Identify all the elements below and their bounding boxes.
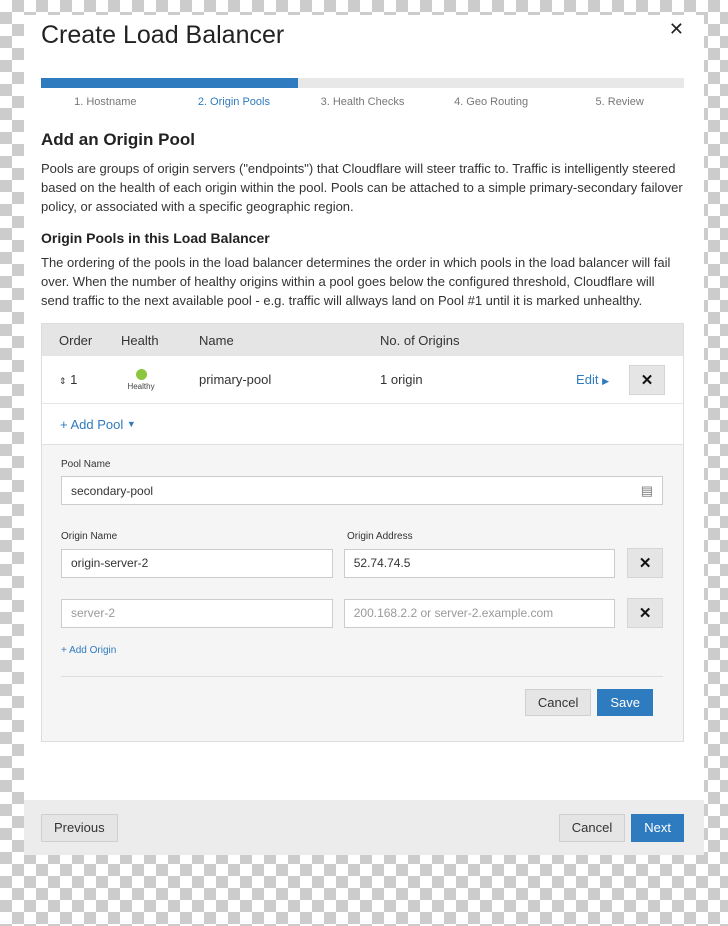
pool-name: primary-pool — [199, 372, 272, 387]
header-health: Health — [121, 332, 159, 348]
origin-address-label: Origin Address — [347, 531, 413, 542]
id-card-icon: ▤ — [640, 482, 653, 498]
origin-name-label: Origin Name — [61, 531, 118, 542]
add-pool-form: Pool Name secondary-pool ▤ Origin Name Or… — [42, 445, 683, 741]
edit-pool-link[interactable]: Edit ▶ — [576, 372, 609, 387]
header-origins: No. of Origins — [380, 332, 460, 348]
modal-title: Create Load Balancer — [41, 21, 285, 49]
step-origin-pools: 2. Origin Pools — [197, 96, 270, 108]
order-value: 1 — [70, 372, 78, 387]
new-origin-address-input[interactable]: 200.168.2.2 or server-2.example.com — [343, 598, 616, 628]
caret-down-icon: ▼ — [126, 419, 136, 429]
order-handle[interactable]: ⇕ 1 — [42, 372, 104, 387]
add-origin-link[interactable]: + Add Origin — [61, 645, 663, 656]
healthy-dot-icon — [135, 368, 147, 380]
remove-pool-button[interactable]: ✕ — [629, 364, 665, 395]
header-name: Name — [199, 332, 234, 348]
step-geo-routing: 4. Geo Routing — [454, 96, 529, 108]
pool-name-value: secondary-pool — [71, 483, 154, 498]
step-hostname: 1. Hostname — [74, 96, 137, 108]
section-description: Pools are groups of origin servers ("end… — [41, 161, 683, 214]
sort-icon: ⇕ — [59, 376, 67, 386]
step-review: 5. Review — [595, 96, 644, 108]
edit-label: Edit — [576, 372, 599, 387]
pools-table: Order Health Name No. of Origins ⇕ 1 Hea… — [41, 323, 684, 742]
table-row: ⇕ 1 Healthy primary-pool 1 origin Edit ▶… — [42, 356, 683, 404]
add-pool-button[interactable]: + Add Pool ▼ — [42, 404, 683, 445]
origin-name-input[interactable]: origin-server-2 — [61, 548, 333, 578]
origin-address-input[interactable]: 52.74.74.5 — [343, 548, 616, 578]
section-subdescription: The ordering of the pools in the load ba… — [41, 255, 671, 308]
pool-name-label: Pool Name — [61, 459, 111, 470]
new-origin-name-input[interactable]: server-2 — [61, 598, 333, 628]
remove-new-origin-button[interactable]: ✕ — [627, 598, 663, 628]
table-header: Order Health Name No. of Origins — [42, 324, 683, 356]
modal-footer: Previous Cancel Next — [24, 800, 704, 855]
form-save-button[interactable]: Save — [597, 689, 653, 716]
close-icon[interactable]: ✕ — [669, 19, 684, 40]
section-title: Add an Origin Pool — [41, 130, 195, 149]
wizard-steps: 1. Hostname 2. Origin Pools 3. Health Ch… — [41, 96, 684, 108]
previous-button[interactable]: Previous — [41, 813, 118, 842]
header-order: Order — [59, 332, 93, 348]
divider — [61, 676, 663, 677]
pool-name-input[interactable]: secondary-pool ▤ — [61, 476, 663, 505]
new-origin-row: server-2 200.168.2.2 or server-2.example… — [61, 598, 663, 628]
next-button[interactable]: Next — [631, 813, 684, 842]
origin-count: 1 origin — [380, 372, 423, 387]
origin-row: origin-server-2 52.74.74.5 ✕ — [61, 548, 663, 578]
caret-right-icon: ▶ — [602, 376, 609, 386]
health-label: Healthy — [127, 381, 155, 391]
progress-fill — [41, 78, 299, 88]
section-subtitle: Origin Pools in this Load Balancer — [41, 230, 270, 246]
step-health-checks: 3. Health Checks — [320, 96, 405, 108]
create-load-balancer-modal: Create Load Balancer ✕ 1. Hostname 2. Or… — [24, 15, 704, 855]
add-pool-label: + Add Pool — [60, 416, 124, 432]
remove-origin-button[interactable]: ✕ — [627, 548, 663, 578]
health-status: Healthy — [121, 368, 161, 391]
progress-bar — [41, 78, 684, 88]
cancel-button[interactable]: Cancel — [558, 813, 626, 842]
form-cancel-button[interactable]: Cancel — [524, 689, 592, 716]
